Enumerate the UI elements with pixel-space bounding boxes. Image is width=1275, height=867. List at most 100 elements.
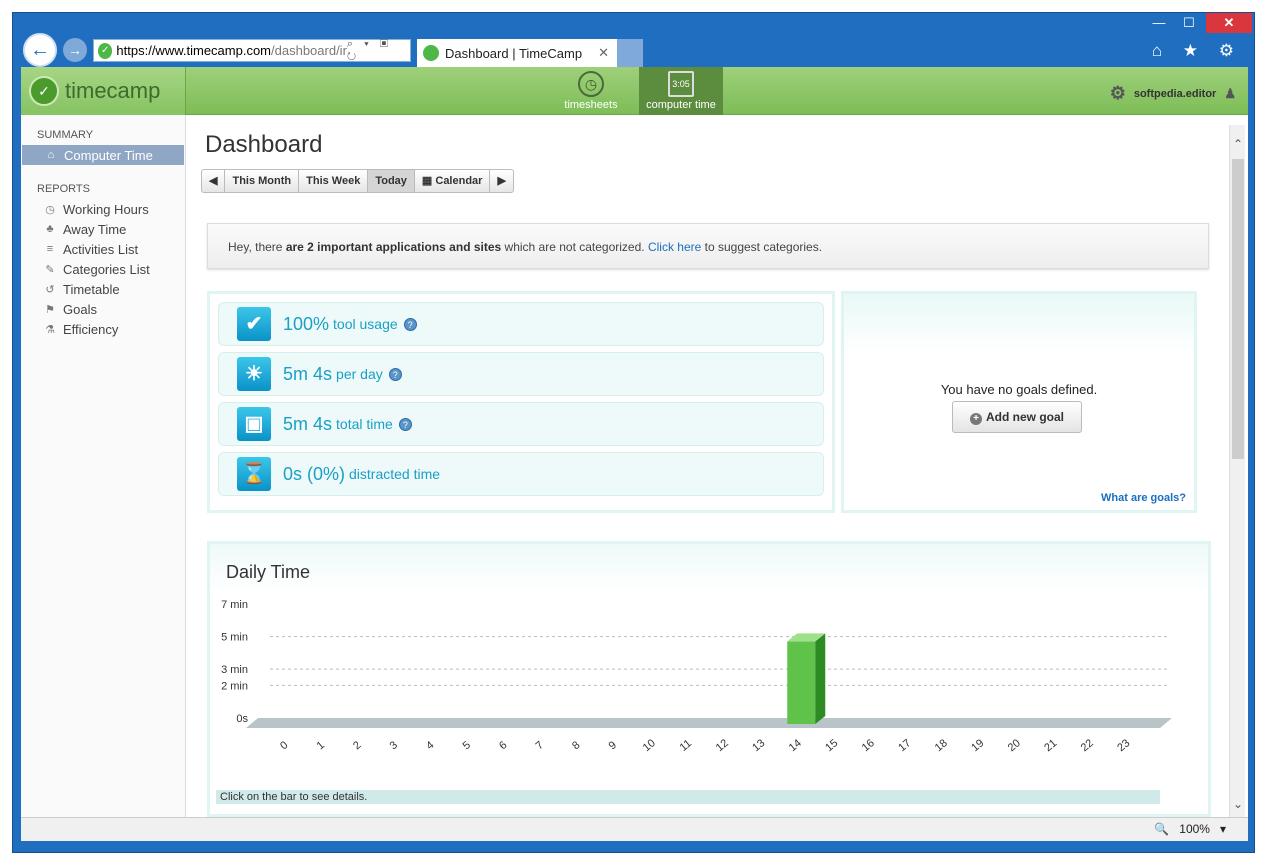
url-path: /dashboard/ir [271, 43, 347, 58]
sidebar: SUMMARY ⌂ Computer Time REPORTS ◷ Working… [21, 115, 186, 817]
sidebar-item-efficiency[interactable]: ⚗ Efficiency [21, 319, 185, 339]
gear-icon[interactable]: ⚙ [1110, 83, 1126, 104]
timecamp-logo[interactable]: ✓ timecamp [21, 67, 186, 115]
no-goals-message: You have no goals defined. [940, 382, 1098, 397]
arrow-right-icon: → [68, 42, 82, 58]
x-tick-label: 21 [1042, 737, 1059, 754]
calendar-label: Calendar [435, 175, 483, 187]
scrollbar-thumb[interactable] [1232, 159, 1244, 459]
edit-icon: ✎ [45, 263, 55, 276]
flag-icon: ⚑ [45, 303, 55, 316]
x-tick-label: 17 [896, 737, 913, 754]
this-month-button[interactable]: This Month [225, 170, 300, 192]
close-window-button[interactable]: ✕ [1206, 13, 1252, 33]
hourglass-icon: ⌛ [237, 457, 271, 491]
sidebar-item-label: Timetable [63, 281, 120, 297]
x-tick-label: 12 [714, 737, 731, 754]
forward-button[interactable]: → [63, 38, 87, 62]
prev-period-button[interactable]: ◀ [202, 170, 226, 192]
sidebar-item-computer-time[interactable]: ⌂ Computer Time [22, 145, 184, 165]
daily-time-chart[interactable]: 0s2 min3 min5 min7 min0 1 2 3 4 5 6 7 8 9 10 11 12 13… [210, 584, 1210, 784]
sidebar-item-label: Efficiency [63, 321, 119, 337]
suggest-categories-link[interactable]: Click here [648, 240, 701, 254]
stat-value: 0s (0%) [283, 463, 346, 484]
nav-timesheets[interactable]: ◷ timesheets [549, 67, 633, 115]
nav-computer-time[interactable]: 3:05 computer time [639, 67, 723, 115]
browser-tab[interactable]: Dashboard | TimeCamp ✕ [417, 39, 617, 67]
x-tick-label: 3 [388, 739, 400, 752]
help-icon[interactable]: ? [388, 367, 402, 381]
chevron-up-icon[interactable]: ⌃ [1230, 137, 1246, 151]
site-favicon-icon: ✓ [98, 42, 113, 59]
browser-tools[interactable]: ⌂ ★ ⚙ [1152, 41, 1242, 61]
check-icon: ✔ [237, 307, 271, 341]
stat-value: 5m 4s [283, 413, 333, 434]
sun-icon: ☀ [237, 357, 271, 391]
nav-timesheets-label: timesheets [564, 99, 618, 111]
sidebar-item-categories-list[interactable]: ✎ Categories List [21, 259, 185, 279]
stat-row: ✔ 100% tool usage? [218, 302, 824, 346]
sidebar-item-away-time[interactable]: ♣ Away Time [21, 219, 185, 239]
zoom-icon: 🔍 [1154, 822, 1170, 836]
next-period-button[interactable]: ▶ [490, 170, 512, 192]
user-menu[interactable]: ⚙ softpedia.editor ♟ [1110, 83, 1236, 104]
new-tab-button[interactable] [617, 39, 643, 67]
sidebar-item-working-hours[interactable]: ◷ Working Hours [21, 199, 185, 219]
sidebar-item-activities-list[interactable]: ≡ Activities List [21, 239, 185, 259]
sidebar-item-timetable[interactable]: ↺ Timetable [21, 279, 185, 299]
daily-time-title: Daily Time [226, 562, 311, 582]
stat-value: 100% [283, 313, 330, 334]
tab-favicon-icon [423, 45, 439, 61]
browser-window: — ☐ ✕ ← → ✓ https://www.timecamp.com/das… [12, 12, 1255, 853]
add-goal-label: Add new goal [986, 410, 1064, 424]
logo-mark-icon: ✓ [29, 76, 59, 106]
address-tools[interactable]: ⌕ ▾ ▣ ↻ [347, 38, 406, 64]
chevron-down-icon[interactable]: ▾ [1220, 822, 1226, 836]
help-icon[interactable]: ? [403, 317, 417, 331]
y-tick-label: 7 min [221, 599, 248, 611]
x-tick-label: 20 [1006, 737, 1023, 754]
stats-panel: ✔ 100% tool usage? ☀ 5m 4s per day? ▣ 5m 4s tota… [207, 291, 835, 513]
page-title: Dashboard [205, 131, 323, 158]
this-week-button[interactable]: This Week [299, 170, 369, 192]
chart-floor [246, 718, 1172, 728]
back-button[interactable]: ← [23, 33, 57, 67]
vertical-scrollbar[interactable]: ⌃ ⌄ [1229, 125, 1245, 817]
x-tick-label: 2 [351, 739, 363, 752]
plus-circle-icon: + [970, 413, 982, 425]
x-tick-label: 6 [497, 739, 509, 752]
calendar-button[interactable]: ▦ Calendar [415, 170, 491, 192]
sidebar-item-label: Working Hours [63, 201, 149, 217]
y-tick-label: 0s [236, 713, 248, 725]
stat-label: tool usage [333, 316, 398, 332]
tab-close-icon[interactable]: ✕ [598, 45, 609, 61]
bar-chart-icon: 3:05 [668, 71, 694, 97]
app-header: ✓ timecamp ◷ timesheets 3:05 computer ti… [21, 67, 1248, 115]
zoom-level: 100% [1179, 822, 1210, 836]
what-are-goals-link[interactable]: What are goals? [1101, 492, 1186, 504]
goals-panel: You have no goals defined. + Add new goal… [841, 291, 1197, 513]
today-button[interactable]: Today [368, 170, 415, 192]
x-tick-label: 0 [278, 739, 290, 752]
daily-time-panel: Daily Time 0s 2 min 3 min 5 min 7 min 0 1 2 3 4 5 6… [207, 541, 1211, 817]
y-tick-label: 5 min [221, 632, 248, 644]
chart-bar[interactable] [787, 641, 816, 724]
y-tick-label: 3 min [221, 664, 248, 676]
clock-icon: ◷ [45, 203, 55, 216]
sidebar-item-goals[interactable]: ⚑ Goals [21, 299, 185, 319]
maximize-button[interactable]: ☐ [1176, 13, 1202, 33]
chevron-down-icon[interactable]: ⌄ [1230, 797, 1246, 811]
address-bar[interactable]: ✓ https://www.timecamp.com/dashboard/ir … [93, 38, 411, 64]
zoom-control[interactable]: 🔍 100% ▾ [1154, 822, 1226, 836]
minimize-button[interactable]: — [1146, 13, 1172, 33]
tree-icon: ♣ [46, 223, 54, 235]
x-tick-label: 11 [678, 737, 694, 754]
help-icon[interactable]: ? [398, 417, 412, 431]
x-tick-label: 23 [1115, 737, 1132, 754]
sidebar-item-label: Categories List [63, 261, 150, 277]
x-tick-label: 10 [641, 737, 658, 754]
url-host: https://www.timecamp.com [116, 43, 272, 58]
x-tick-label: 8 [570, 739, 582, 752]
x-tick-label: 18 [933, 737, 950, 754]
add-new-goal-button[interactable]: + Add new goal [952, 401, 1082, 433]
